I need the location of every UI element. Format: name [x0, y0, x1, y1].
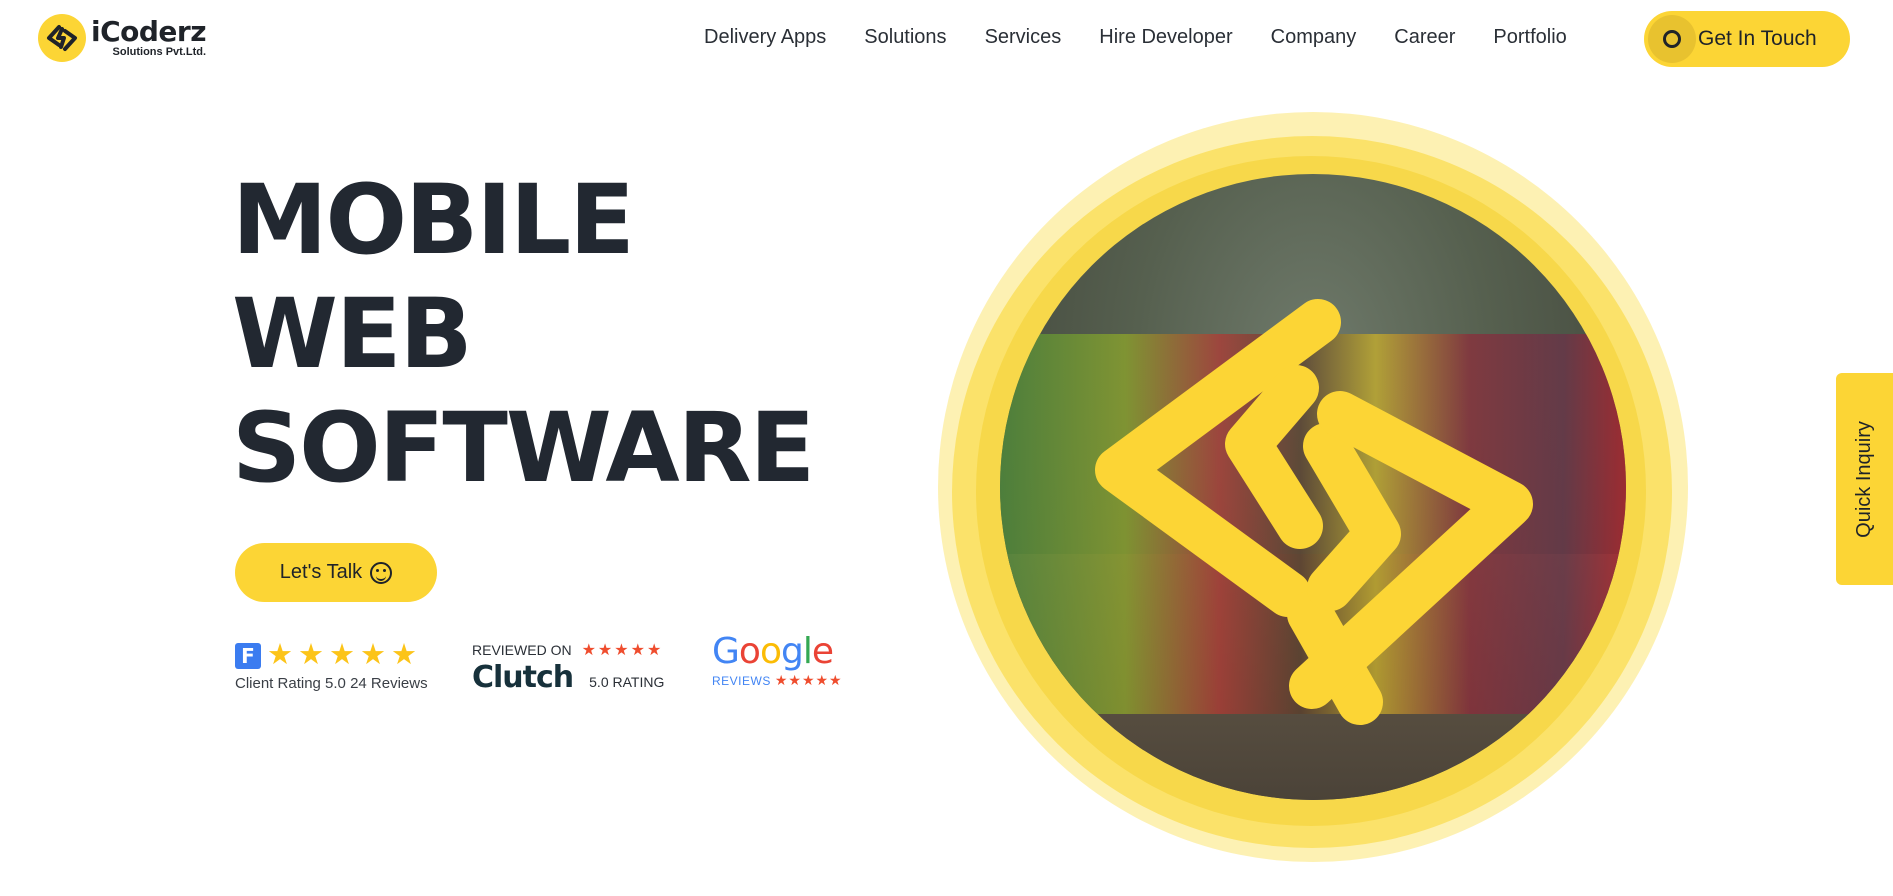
rating-stars-icon: ★★★★★: [774, 672, 843, 688]
nav-item-company[interactable]: Company: [1271, 26, 1357, 49]
google-rating[interactable]: Google REVIEWS ★★★★★: [712, 634, 843, 689]
brand-logo[interactable]: iCoderz Solutions Pvt.Ltd.: [38, 14, 207, 62]
clutch-rating-value: 5.0 RATING: [589, 674, 665, 690]
nav-item-delivery-apps[interactable]: Delivery Apps: [704, 26, 826, 49]
lets-talk-label: Let's Talk: [279, 561, 363, 583]
hero-line-software: SOFTWARE: [232, 392, 815, 504]
quick-inquiry-tab[interactable]: Quick Inquiry: [1836, 373, 1893, 585]
nav-item-services[interactable]: Services: [985, 26, 1062, 49]
google-logo: Google: [712, 631, 834, 672]
brand-wordmark: iCoderz Solutions Pvt.Ltd.: [91, 15, 207, 58]
get-in-touch-button[interactable]: Get In Touch: [1644, 11, 1850, 67]
get-in-touch-label: Get In Touch: [1698, 27, 1817, 50]
quick-inquiry-label: Quick Inquiry: [1853, 420, 1875, 538]
clutch-reviewed-on: REVIEWED ON: [472, 642, 572, 658]
clutch-logo: Clutch: [472, 660, 574, 695]
lets-talk-button[interactable]: Let's Talk: [235, 543, 437, 602]
goodfirms-caption: Client Rating 5.0 24 Reviews: [235, 675, 428, 692]
clutch-rating[interactable]: REVIEWED ON ★★★★★ Clutch 5.0 RATING: [472, 640, 664, 695]
rating-stars-icon: ★★★★★: [267, 639, 422, 671]
site-header: iCoderz Solutions Pvt.Ltd. Delivery Apps…: [0, 0, 1893, 80]
hero-line-mobile: MOBILE: [232, 164, 635, 276]
hero-title: MOBILE WEB SOFTWARE: [232, 163, 815, 505]
nav-item-solutions[interactable]: Solutions: [864, 26, 946, 49]
hero-line-web: WEB: [232, 278, 473, 390]
nav-item-portfolio[interactable]: Portfolio: [1493, 26, 1566, 49]
brand-name: iCoderz: [91, 15, 207, 48]
icoderz-emblem-icon: [1095, 299, 1533, 725]
goodfirms-rating[interactable]: F ★★★★★ Client Rating 5.0 24 Reviews: [235, 641, 428, 692]
rating-stars-icon: ★★★★★: [581, 642, 664, 659]
goodfirms-logo-icon: F: [235, 642, 261, 669]
hero-team-photo: [938, 112, 1688, 862]
icoderz-logo-icon: [38, 14, 86, 62]
nav-item-hire-developer[interactable]: Hire Developer: [1099, 26, 1232, 49]
main-nav: Delivery Apps Solutions Services Hire De…: [704, 26, 1567, 49]
smiley-icon: [370, 561, 393, 584]
google-reviews-label: REVIEWS: [712, 673, 771, 688]
circle-icon: [1648, 15, 1696, 63]
brand-subtitle: Solutions Pvt.Ltd.: [112, 46, 207, 58]
nav-item-career[interactable]: Career: [1394, 26, 1455, 49]
